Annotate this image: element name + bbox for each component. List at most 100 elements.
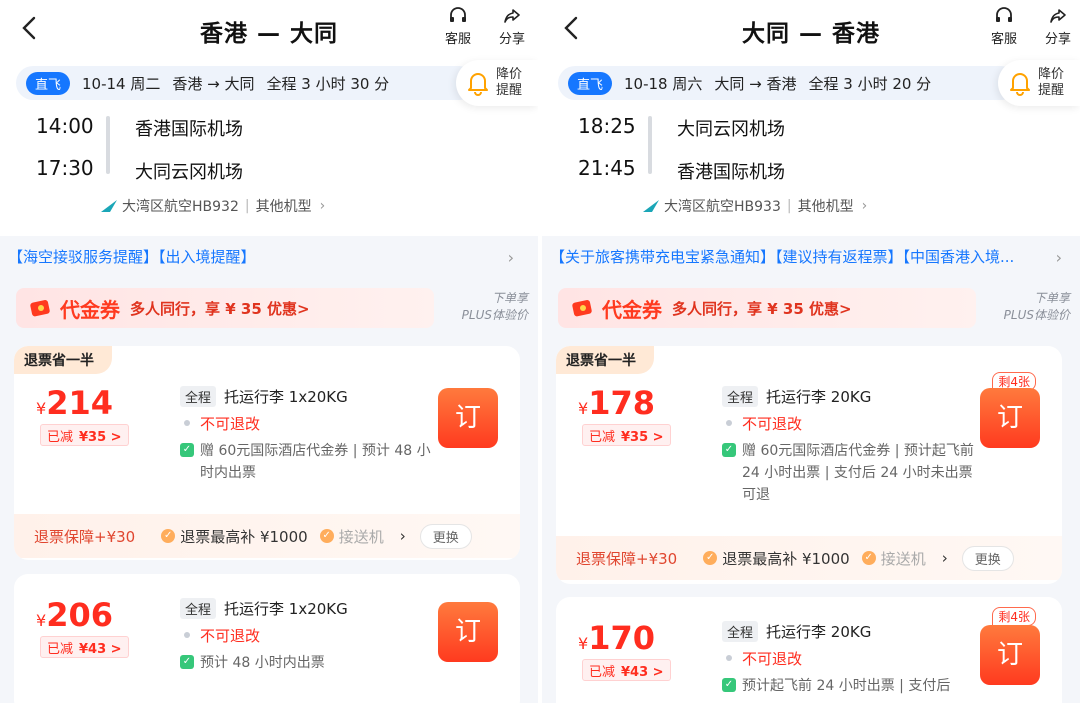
arrival-airport: 大同云冈机场: [135, 162, 243, 183]
refund-policy: 不可退改: [200, 415, 261, 433]
flight-route: 大同 → 香港: [714, 74, 797, 93]
refund-guarantee-bar[interactable]: 退票保障+¥30 ✓ 退票最高补 ¥1000 ✓ 接送机 › 更换: [14, 514, 520, 558]
fare-price: ¥170: [578, 619, 655, 657]
coupon-banner[interactable]: 代金券 多人同行，享 ¥ 35 优惠>: [558, 288, 976, 328]
share-icon: [1050, 9, 1066, 23]
header: 大同 — 香港 客服 分享: [542, 0, 1080, 56]
check-icon: ✓: [180, 655, 194, 669]
check-icon: ✓: [180, 443, 194, 457]
book-button[interactable]: 订: [980, 625, 1040, 685]
arrival-time: 21:45: [578, 156, 636, 180]
discount-badge[interactable]: 已减 ¥43 >: [582, 659, 671, 681]
coupon-icon: [30, 300, 50, 317]
plus-hint-1: 下单享: [1033, 291, 1070, 305]
fare-badge: 退票省一半: [14, 346, 112, 374]
airline-info[interactable]: 大湾区航空HB932 | 其他机型 ›: [100, 196, 325, 216]
share-button[interactable]: 分享: [1036, 6, 1080, 47]
guarantee-benefit: 退票最高补 ¥1000: [180, 527, 308, 546]
price-alert-button[interactable]: 降价 提醒: [456, 60, 538, 106]
fare-details: 全程 托运行李 20KG 不可退改 ✓ 赠 60元国际酒店代金券 | 预计起飞前 2…: [722, 386, 984, 512]
scope-chip: 全程: [180, 386, 217, 407]
notice-link[interactable]: 【关于旅客携带充电宝紧急通知】【建议持有返程票】【中国香港入境...: [550, 246, 1044, 267]
check-icon: ✓: [722, 443, 736, 457]
notice-link[interactable]: 【海空接驳服务提醒】【出入境提醒】: [8, 246, 524, 267]
flight-times: 14:00 香港国际机场 17:30 大同云冈机场: [36, 110, 436, 190]
fare-card[interactable]: 退票省一半 ¥178 已减 ¥35 > 全程 托运行李 20KG 不可退改 ✓ 赠 6…: [556, 346, 1062, 584]
price-alert-label-2: 提醒: [496, 83, 523, 98]
plus-hint-2: PLUS体验价: [1003, 308, 1070, 322]
baggage-info: 托运行李 20KG: [766, 623, 872, 641]
change-button[interactable]: 更换: [419, 523, 472, 549]
plus-hint-1: 下单享: [491, 291, 528, 305]
check-circle-icon: ✓: [703, 551, 718, 565]
flight-route: 香港 → 大同: [172, 74, 255, 93]
refund-guarantee-bar[interactable]: 退票保障+¥30 ✓ 退票最高补 ¥1000 ✓ 接送机 › 更换: [556, 536, 1062, 580]
flight-duration: 全程 3 小时 30 分: [266, 74, 390, 93]
flight-summary: 大同 — 香港 客服 分享 直飞 10-18 周六 大同 → 香港 全程 3 小…: [542, 0, 1080, 236]
fare-card[interactable]: ¥170 已减 ¥43 > 全程 托运行李 20KG 不可退改 ✓ 预计起飞前 24 …: [556, 597, 1062, 703]
flight-info-bar: 直飞 10-14 周二 香港 → 大同 全程 3 小时 30 分: [16, 66, 476, 100]
plus-price-hint: 下单享 PLUS体验价: [982, 290, 1070, 324]
refund-policy: 不可退改: [200, 627, 261, 645]
plus-price-hint: 下单享 PLUS体验价: [440, 290, 528, 324]
benefit-text: 预计起飞前 24 小时出票 | 支付后: [742, 678, 951, 694]
fare-details: 全程 托运行李 1x20KG 不可退改 ✓ 赠 60元国际酒店代金券 | 预计 48…: [180, 386, 442, 490]
share-icon: [504, 9, 520, 23]
flight-duration: 全程 3 小时 20 分: [808, 74, 932, 93]
refund-policy: 不可退改: [742, 650, 803, 668]
app-root: 香港 — 大同 客服 分享 直飞 10-14 周二 香港 → 大同 全程 3 小…: [0, 0, 1080, 703]
guarantee-benefit-2: 接送机: [880, 549, 926, 568]
coupon-desc: 多人同行，享 ¥ 35 优惠>: [130, 299, 310, 318]
flight-info-bar: 直飞 10-18 周六 大同 → 香港 全程 3 小时 20 分: [558, 66, 1018, 100]
coupon-title: 代金券: [60, 297, 120, 322]
fare-card[interactable]: ¥206 已减 ¥43 > 全程 托运行李 1x20KG 不可退改 ✓ 预计 48 小…: [14, 574, 520, 703]
panel-outbound: 香港 — 大同 客服 分享 直飞 10-14 周二 香港 → 大同 全程 3 小…: [0, 0, 538, 703]
check-icon: ✓: [722, 678, 736, 692]
fare-details: 全程 托运行李 20KG 不可退改 ✓ 预计起飞前 24 小时出票 | 支付后: [722, 621, 984, 703]
chevron-right-icon: ›: [399, 527, 406, 545]
change-button[interactable]: 更换: [961, 545, 1014, 571]
book-button[interactable]: 订: [438, 388, 498, 448]
service-label: 客服: [444, 32, 471, 47]
price-alert-label-2: 提醒: [1038, 83, 1065, 98]
flight-number: 大湾区航空HB932: [122, 199, 239, 215]
plus-hint-2: PLUS体验价: [461, 308, 528, 322]
check-circle-icon: ✓: [861, 551, 876, 565]
flight-number: 大湾区航空HB933: [664, 199, 781, 215]
price-alert-button[interactable]: 降价 提醒: [998, 60, 1080, 106]
airline-info[interactable]: 大湾区航空HB933 | 其他机型 ›: [642, 196, 867, 216]
price-alert-label-1: 降价: [496, 67, 523, 82]
scope-chip: 全程: [722, 621, 759, 642]
discount-badge[interactable]: 已减 ¥43 >: [40, 636, 129, 658]
guarantee-label: 退票保障+¥30: [34, 527, 136, 546]
airline-logo-icon: [643, 200, 659, 212]
service-button[interactable]: 客服: [982, 6, 1026, 47]
coupon-icon: [572, 300, 592, 317]
guarantee-label: 退票保障+¥30: [576, 549, 678, 568]
book-button[interactable]: 订: [438, 602, 498, 662]
service-button[interactable]: 客服: [436, 6, 480, 47]
aircraft-type: 其他机型: [255, 199, 312, 215]
aircraft-type: 其他机型: [797, 199, 854, 215]
coupon-banner[interactable]: 代金券 多人同行，享 ¥ 35 优惠>: [16, 288, 434, 328]
discount-badge[interactable]: 已减 ¥35 >: [582, 424, 671, 446]
benefit-text: 赠 60元国际酒店代金券 | 预计起飞前 24 小时出票 | 支付后 24 小时…: [742, 443, 974, 503]
scope-chip: 全程: [180, 598, 217, 619]
guarantee-benefit: 退票最高补 ¥1000: [722, 549, 850, 568]
chevron-right-icon[interactable]: ›: [1056, 248, 1062, 267]
check-circle-icon: ✓: [319, 529, 334, 543]
chevron-right-icon: ›: [319, 198, 326, 214]
fare-card[interactable]: 退票省一半 ¥214 已减 ¥35 > 全程 托运行李 1x20KG 不可退改 ✓ 赠…: [14, 346, 520, 560]
flight-date: 10-18 周六: [624, 74, 703, 93]
panel-return: 大同 — 香港 客服 分享 直飞 10-18 周六 大同 → 香港 全程 3 小…: [542, 0, 1080, 703]
headset-icon: [450, 7, 466, 22]
discount-badge[interactable]: 已减 ¥35 >: [40, 424, 129, 446]
chevron-right-icon[interactable]: ›: [508, 248, 514, 267]
seats-left-badge: 剩4张: [992, 607, 1036, 626]
baggage-info: 托运行李 1x20KG: [224, 600, 348, 618]
bell-icon: [468, 73, 488, 96]
chevron-right-icon: ›: [941, 549, 948, 567]
book-button[interactable]: 订: [980, 388, 1040, 448]
check-circle-icon: ✓: [161, 529, 176, 543]
share-button[interactable]: 分享: [490, 6, 534, 47]
